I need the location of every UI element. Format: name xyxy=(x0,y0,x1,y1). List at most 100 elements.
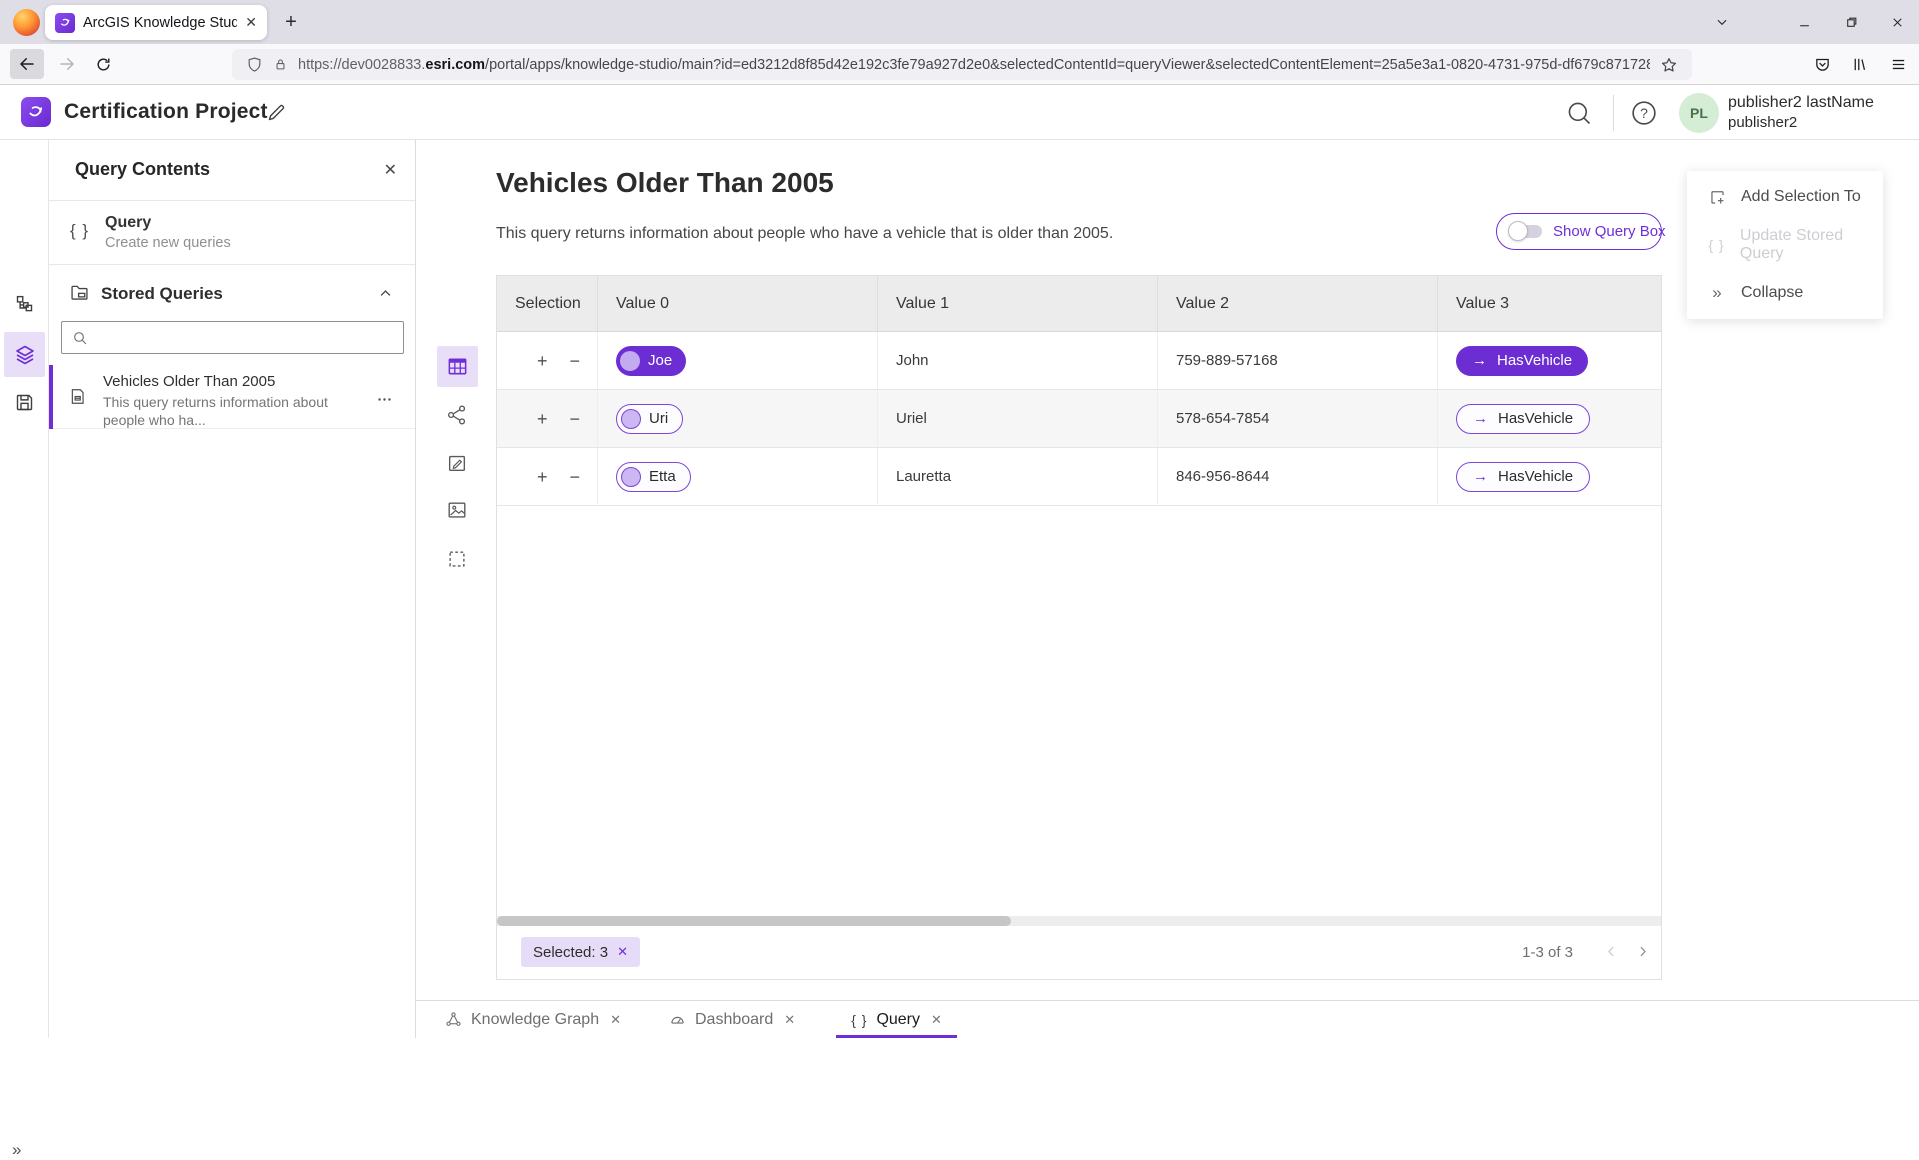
select-region-icon[interactable] xyxy=(446,548,468,570)
horizontal-scrollbar[interactable] xyxy=(497,916,1661,926)
tab-close-icon[interactable]: ✕ xyxy=(245,14,257,31)
browser-tab-bar: ArcGIS Knowledge Studio ✕ + xyxy=(0,0,1919,44)
tab-close-icon[interactable]: ✕ xyxy=(784,1012,795,1028)
add-to-selection-icon[interactable]: + xyxy=(537,352,548,370)
menu-item-add-selection-to[interactable]: Add Selection To xyxy=(1687,173,1883,221)
stored-queries-header[interactable]: Stored Queries xyxy=(49,276,415,314)
braces-icon: { } xyxy=(70,221,89,241)
url-bar[interactable]: https://dev0028833.esri.com/portal/apps/… xyxy=(232,49,1692,80)
search-icon[interactable] xyxy=(1565,99,1593,127)
link-chart-icon[interactable] xyxy=(446,404,468,426)
tracking-shield-icon[interactable] xyxy=(246,56,263,73)
help-icon[interactable]: ? xyxy=(1630,99,1658,127)
column-header: Selection xyxy=(497,276,598,331)
firefox-icon[interactable] xyxy=(13,9,40,36)
selection-context-menu: Add Selection To { } Update Stored Query… xyxy=(1687,171,1883,319)
entity-node-icon xyxy=(621,467,641,487)
new-tab-button[interactable]: + xyxy=(278,9,304,35)
panel-title: Query Contents xyxy=(75,159,210,180)
header-divider xyxy=(1613,95,1614,131)
edit-note-icon[interactable] xyxy=(446,452,468,474)
tab-close-icon[interactable]: ✕ xyxy=(610,1012,621,1028)
cell-value: Lauretta xyxy=(878,448,1158,505)
column-header: Value 1 xyxy=(878,276,1158,331)
relationship-pill[interactable]: →HasVehicle xyxy=(1456,462,1590,492)
toggle-switch[interactable] xyxy=(1510,225,1542,238)
menu-icon[interactable] xyxy=(1884,49,1912,79)
edit-title-icon[interactable] xyxy=(266,102,287,123)
tab-knowledge-graph[interactable]: Knowledge Graph ✕ xyxy=(430,1001,636,1038)
panel-close-icon[interactable]: ✕ xyxy=(384,160,397,180)
map-image-icon[interactable] xyxy=(446,499,468,521)
results-table: Selection Value 0 Value 1 Value 2 Value … xyxy=(496,275,1662,980)
stored-queries-search[interactable] xyxy=(61,321,404,354)
cell-value: John xyxy=(878,332,1158,389)
add-to-selection-icon[interactable]: + xyxy=(537,468,548,486)
relationship-pill[interactable]: →HasVehicle xyxy=(1456,346,1588,376)
column-header: Value 0 xyxy=(598,276,878,331)
selected-count-chip[interactable]: Selected: 3 ✕ xyxy=(521,937,640,967)
stored-query-title: Vehicles Older Than 2005 xyxy=(103,373,275,390)
table-view-icon[interactable] xyxy=(437,346,478,387)
show-query-box-toggle[interactable]: Show Query Box xyxy=(1496,213,1662,250)
search-input[interactable] xyxy=(96,330,393,346)
query-item-title: Query xyxy=(105,214,151,232)
entity-pill[interactable]: Uri xyxy=(616,404,683,434)
back-button[interactable] xyxy=(10,49,44,79)
clear-selection-icon[interactable]: ✕ xyxy=(617,944,628,960)
url-text: https://dev0028833.esri.com/portal/apps/… xyxy=(298,57,1650,73)
list-tabs-icon[interactable] xyxy=(1710,11,1734,33)
tab-close-icon[interactable]: ✕ xyxy=(931,1012,942,1028)
entity-pill[interactable]: Joe xyxy=(616,346,686,376)
library-icon[interactable] xyxy=(1845,49,1873,79)
tab-query[interactable]: { } Query ✕ xyxy=(836,1001,957,1038)
item-options-icon[interactable] xyxy=(376,391,393,408)
stored-query-description: This query returns information about peo… xyxy=(103,393,328,429)
remove-from-selection-icon[interactable]: − xyxy=(570,352,581,370)
entity-pill[interactable]: Etta xyxy=(616,462,691,492)
forward-button[interactable] xyxy=(50,49,84,79)
query-item[interactable]: { } Query Create new queries xyxy=(49,201,415,265)
pocket-icon[interactable] xyxy=(1808,49,1836,79)
query-contents-panel: Query Contents ✕ { } Query Create new qu… xyxy=(49,140,416,1038)
cell-value: 759-889-57168 xyxy=(1158,332,1438,389)
menu-item-collapse[interactable]: » Collapse xyxy=(1687,269,1883,317)
bookmark-star-icon[interactable] xyxy=(1660,56,1678,74)
folder-icon xyxy=(69,282,90,303)
remove-from-selection-icon[interactable]: − xyxy=(570,410,581,428)
window-close-button[interactable] xyxy=(1885,11,1909,33)
stored-query-item[interactable]: Vehicles Older Than 2005 This query retu… xyxy=(49,365,415,429)
lock-icon[interactable] xyxy=(273,57,288,72)
layers-icon[interactable] xyxy=(4,332,45,377)
app-logo xyxy=(21,97,51,127)
result-title: Vehicles Older Than 2005 xyxy=(496,167,834,199)
expand-panel-icon[interactable]: » xyxy=(12,1140,21,1160)
relationship-pill[interactable]: →HasVehicle xyxy=(1456,404,1590,434)
avatar[interactable]: PL xyxy=(1679,93,1719,133)
remove-from-selection-icon[interactable]: − xyxy=(570,468,581,486)
pagination-range: 1-3 of 3 xyxy=(1522,944,1573,961)
selected-count-label: Selected: 3 xyxy=(533,944,608,961)
prev-page-icon[interactable] xyxy=(1604,944,1619,959)
add-to-selection-icon[interactable]: + xyxy=(537,410,548,428)
browser-tab[interactable]: ArcGIS Knowledge Studio ✕ xyxy=(45,5,267,40)
user-name: publisher2 lastName xyxy=(1728,93,1874,113)
window-restore-button[interactable] xyxy=(1839,11,1863,33)
user-secondary: publisher2 xyxy=(1728,113,1874,133)
table-row: + − Uri Uriel 578-654-7854 →HasVehicle xyxy=(497,390,1661,448)
braces-icon: { } xyxy=(1707,237,1726,253)
query-item-subtitle: Create new queries xyxy=(105,235,231,251)
menu-item-update-stored-query[interactable]: { } Update Stored Query xyxy=(1687,221,1883,269)
column-header: Value 3 xyxy=(1438,276,1661,331)
reload-button[interactable] xyxy=(86,49,120,79)
window-minimize-button[interactable] xyxy=(1792,11,1816,33)
search-input-icon xyxy=(72,330,88,346)
save-icon[interactable] xyxy=(14,392,35,413)
data-model-icon[interactable] xyxy=(14,294,35,315)
tab-dashboard[interactable]: Dashboard ✕ xyxy=(654,1001,810,1038)
browser-tab-title: ArcGIS Knowledge Studio xyxy=(83,15,237,31)
next-page-icon[interactable] xyxy=(1635,944,1650,959)
scrollbar-thumb[interactable] xyxy=(497,916,1011,926)
chevron-up-icon[interactable] xyxy=(378,286,393,301)
add-selection-icon xyxy=(1707,188,1727,207)
